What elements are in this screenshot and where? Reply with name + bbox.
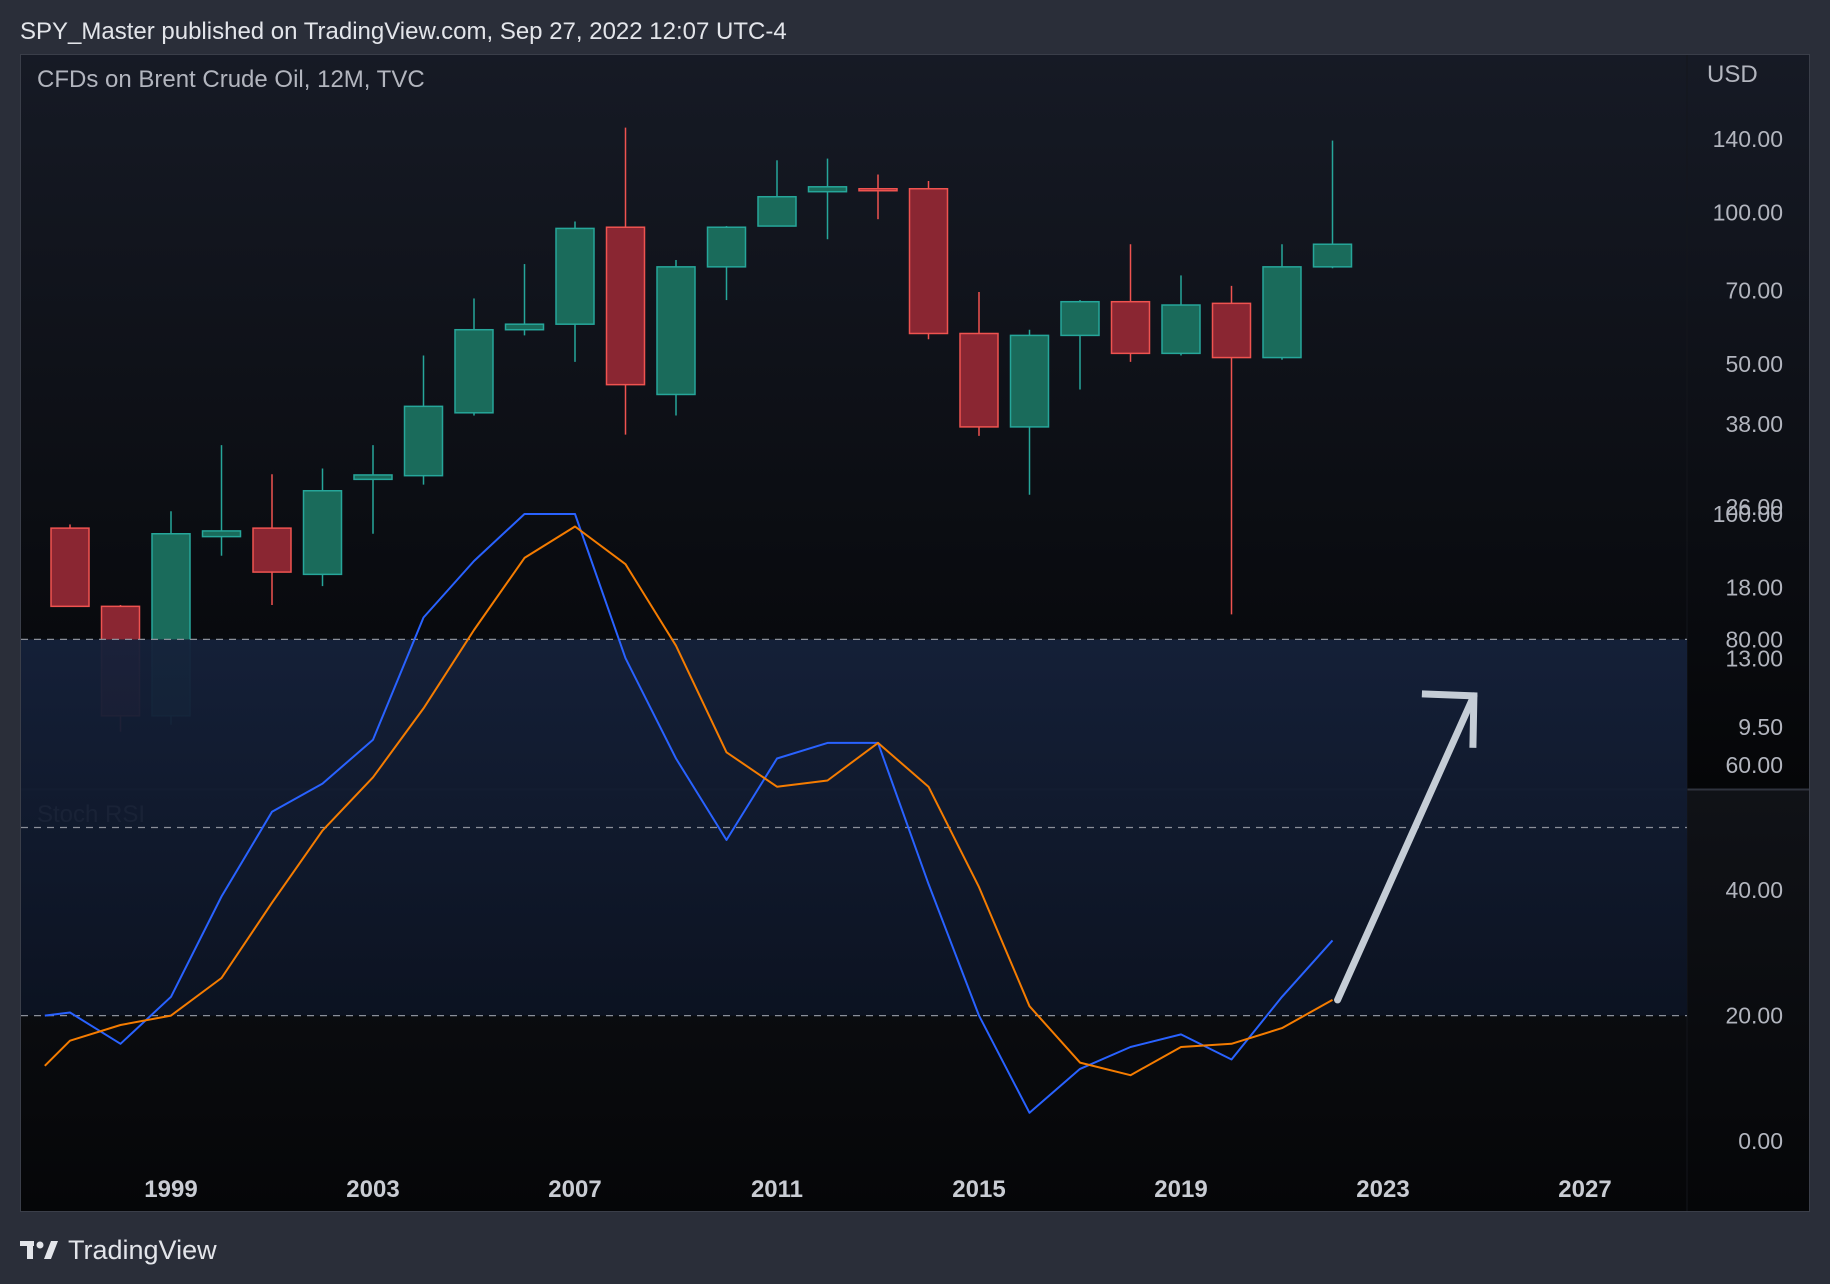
candle-body-2002[interactable] xyxy=(302,490,343,576)
candle-body-2007[interactable] xyxy=(555,227,595,325)
candle-body-2013[interactable] xyxy=(858,187,898,192)
price-tick-label: 38.00 xyxy=(1725,411,1783,437)
tradingview-logo-icon[interactable] xyxy=(20,1238,58,1262)
candle-body-2005[interactable] xyxy=(454,328,494,414)
price-tick-label: 100.00 xyxy=(1713,200,1783,226)
candle-body-2021[interactable] xyxy=(1262,266,1302,359)
candle-body-2001[interactable] xyxy=(252,527,292,573)
candle-body-2008[interactable] xyxy=(605,226,646,386)
stoch-tick-label: 20.00 xyxy=(1725,1003,1783,1029)
price-tick-label: 9.50 xyxy=(1738,714,1783,740)
time-tick-label: 2003 xyxy=(346,1176,399,1203)
price-tick-label: 50.00 xyxy=(1725,351,1783,377)
stoch-tick-label: 60.00 xyxy=(1725,752,1783,778)
candle-body-2000[interactable] xyxy=(201,530,242,538)
stoch-tick-label: 100.00 xyxy=(1713,501,1783,527)
time-tick-label: 2011 xyxy=(751,1176,803,1203)
chart-frame[interactable]: CFDs on Brent Crude Oil, 12M, TVCUSDStoc… xyxy=(20,54,1810,1212)
currency-label: USD xyxy=(1707,61,1758,88)
candle-body-2020[interactable] xyxy=(1211,302,1252,359)
candle-body-2019[interactable] xyxy=(1161,304,1201,355)
candle-body-2009[interactable] xyxy=(656,266,696,396)
publish-info: SPY_Master published on TradingView.com,… xyxy=(20,18,787,45)
price-tick-label: 140.00 xyxy=(1713,126,1783,152)
candle-body-2012[interactable] xyxy=(807,186,848,193)
candle-body-2014[interactable] xyxy=(908,187,949,335)
time-tick-label: 2027 xyxy=(1558,1176,1611,1203)
stoch-tick-label: 0.00 xyxy=(1738,1128,1783,1154)
price-tick-label: 18.00 xyxy=(1725,574,1783,600)
time-tick-label: 2019 xyxy=(1154,1176,1207,1203)
tradingview-brand[interactable]: TradingView xyxy=(68,1235,217,1266)
candle-body-2010[interactable] xyxy=(706,226,747,268)
stoch-tick-label: 80.00 xyxy=(1725,626,1783,652)
chart-canvas[interactable]: CFDs on Brent Crude Oil, 12M, TVCUSDStoc… xyxy=(21,55,1809,1211)
candle-body-2006[interactable] xyxy=(504,323,545,331)
candle-body-2022[interactable] xyxy=(1312,243,1353,268)
footer: TradingView xyxy=(20,1228,217,1272)
candle-body-2016[interactable] xyxy=(1009,334,1050,428)
candle-body-2004[interactable] xyxy=(403,405,444,477)
time-tick-label: 2023 xyxy=(1356,1176,1409,1203)
time-tick-label: 2007 xyxy=(548,1176,601,1203)
time-tick-label: 1999 xyxy=(144,1176,197,1203)
price-tick-label: 70.00 xyxy=(1725,277,1783,303)
candle-body-2018[interactable] xyxy=(1110,300,1151,355)
candle-body-1997[interactable] xyxy=(50,527,90,608)
time-tick-label: 2015 xyxy=(952,1176,1005,1203)
candle-body-2017[interactable] xyxy=(1060,300,1100,337)
candle-body-2011[interactable] xyxy=(757,195,797,227)
symbol-title: CFDs on Brent Crude Oil, 12M, TVC xyxy=(37,66,425,93)
candle-body-2003[interactable] xyxy=(353,474,393,481)
stoch-tick-label: 40.00 xyxy=(1725,877,1783,903)
candle-body-2015[interactable] xyxy=(959,332,999,428)
